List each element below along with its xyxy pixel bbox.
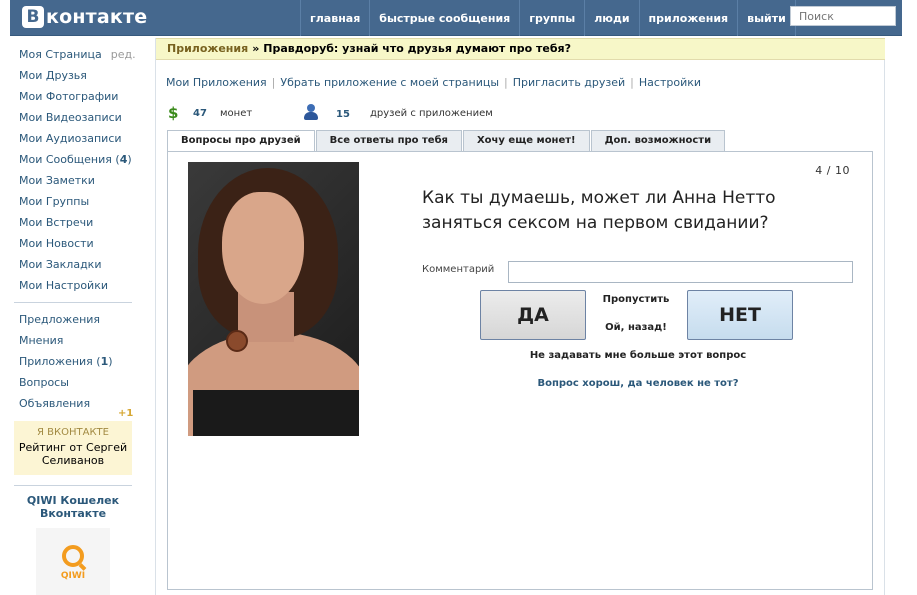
vk-logo-text: контакте: [46, 6, 148, 28]
vk-logo[interactable]: В контакте: [22, 5, 147, 29]
sidebar-item-label: Моя Страница: [19, 48, 102, 61]
wrong-person-link[interactable]: Вопрос хорош, да человек не тот?: [508, 378, 768, 389]
nav-apps[interactable]: приложения: [638, 0, 738, 36]
sidebar-divider: [14, 485, 132, 486]
tab-extra-features[interactable]: Доп. возможности: [590, 130, 726, 152]
qiwi-logo[interactable]: QIWI: [36, 528, 110, 595]
coins-count: 47: [193, 108, 207, 119]
left-sidebar: Моя Страница ред. Мои Друзья Мои Фотограф…: [14, 44, 136, 595]
sidebar-item-audio[interactable]: Мои Аудиозаписи: [14, 128, 132, 149]
sidebar-divider: [14, 302, 132, 303]
nav-people[interactable]: люди: [584, 0, 638, 36]
app-tabs: Вопросы про друзей Все ответы про тебя Х…: [167, 130, 726, 153]
nav-home[interactable]: главная: [300, 0, 369, 36]
sidebar-item-groups[interactable]: Мои Группы: [14, 191, 132, 212]
edit-link[interactable]: ред.: [111, 48, 136, 61]
top-nav: главная быстрые сообщения группы люди пр…: [300, 0, 796, 36]
app-stats: $ 47 монет 15 друзей с приложением: [168, 104, 873, 124]
rating-plus: +1: [118, 408, 134, 419]
sidebar-item-apps[interactable]: Приложения (1): [14, 351, 132, 372]
nav-logout[interactable]: выйти: [737, 0, 796, 36]
rating-text: Рейтинг от Сергей Селиванов: [18, 441, 128, 467]
action-separator: |: [271, 76, 276, 89]
sidebar-item-my-page[interactable]: Моя Страница ред.: [14, 44, 136, 65]
sidebar-item-settings[interactable]: Мои Настройки: [14, 275, 132, 296]
sidebar-item-ads[interactable]: Объявления: [14, 393, 132, 414]
friends-label: друзей с приложением: [370, 108, 493, 119]
friend-photo: [188, 162, 359, 436]
qiwi-icon: [62, 545, 84, 567]
coins-label: монет: [220, 108, 253, 119]
sidebar-item-label: Приложения: [19, 355, 93, 368]
yes-button[interactable]: ДА: [480, 290, 586, 340]
qiwi-ad-title[interactable]: QIWI Кошелек Вконтакте: [14, 494, 132, 520]
sidebar-item-videos[interactable]: Мои Видеозаписи: [14, 107, 132, 128]
coin-icon: $: [168, 104, 179, 122]
sidebar-item-events[interactable]: Мои Встречи: [14, 212, 132, 233]
sidebar-item-offers[interactable]: Предложения: [14, 309, 132, 330]
sidebar-item-notes[interactable]: Мои Заметки: [14, 170, 132, 191]
question-text: Как ты думаешь, может ли Анна Нетто заня…: [422, 188, 776, 233]
remove-app-link[interactable]: Убрать приложение с моей страницы: [280, 76, 499, 89]
nav-groups[interactable]: группы: [519, 0, 584, 36]
question-panel: 4 / 10 Как ты думаешь, может ли Анна Нет…: [167, 151, 873, 590]
vk-logo-icon: В: [22, 6, 44, 28]
question-counter: 4 / 10: [815, 164, 850, 177]
tab-more-coins[interactable]: Хочу еще монет!: [462, 130, 590, 152]
app-settings-link[interactable]: Настройки: [639, 76, 701, 89]
user-icon: [304, 104, 318, 120]
tab-questions-about-friends[interactable]: Вопросы про друзей: [167, 130, 315, 153]
search-input[interactable]: [790, 6, 896, 26]
breadcrumb: Приложения » Правдоруб: узнай что друзья д…: [156, 38, 885, 60]
breadcrumb-separator: »: [252, 42, 260, 55]
dont-ask-again-link[interactable]: Не задавать мне больше этот вопрос: [508, 350, 768, 361]
action-separator: |: [630, 76, 634, 89]
sidebar-item-photos[interactable]: Мои Фотографии: [14, 86, 132, 107]
sidebar-item-label: Мои Сообщения: [19, 153, 112, 166]
page-title: Правдоруб: узнай что друзья думают про т…: [263, 42, 571, 55]
apps-count: 1: [100, 355, 109, 368]
back-link[interactable]: Ой, назад!: [596, 322, 676, 333]
friends-count: 15: [336, 109, 350, 120]
top-bar: В контакте главная быстрые сообщения гру…: [10, 0, 902, 36]
sidebar-item-bookmarks[interactable]: Мои Закладки: [14, 254, 132, 275]
tab-all-answers[interactable]: Все ответы про тебя: [315, 130, 462, 152]
messages-count: 4: [119, 153, 128, 166]
sidebar-item-opinions[interactable]: Мнения: [14, 330, 132, 351]
main-content: Приложения » Правдоруб: узнай что друзья д…: [155, 38, 885, 595]
sidebar-item-messages[interactable]: Мои Сообщения (4): [14, 149, 132, 170]
breadcrumb-apps[interactable]: Приложения: [167, 42, 248, 55]
sidebar-item-friends[interactable]: Мои Друзья: [14, 65, 132, 86]
sidebar-item-news[interactable]: Мои Новости: [14, 233, 132, 254]
invite-friends-link[interactable]: Пригласить друзей: [513, 76, 625, 89]
sidebar-item-questions[interactable]: Вопросы: [14, 372, 132, 393]
skip-link[interactable]: Пропустить: [596, 294, 676, 305]
rating-box[interactable]: Я ВКОНТАКТЕ Рейтинг от Сергей Селиванов: [14, 421, 132, 475]
comment-label: Комментарий: [422, 264, 495, 275]
no-button[interactable]: НЕТ: [687, 290, 793, 340]
app-actions: Мои Приложения | Убрать приложение с моей …: [166, 76, 701, 89]
comment-input[interactable]: [508, 261, 853, 283]
rating-title: Я ВКОНТАКТЕ: [37, 427, 109, 438]
my-apps-link[interactable]: Мои Приложения: [166, 76, 267, 89]
qiwi-word: QIWI: [60, 571, 86, 581]
nav-quick-messages[interactable]: быстрые сообщения: [369, 0, 519, 36]
action-separator: |: [504, 76, 508, 89]
